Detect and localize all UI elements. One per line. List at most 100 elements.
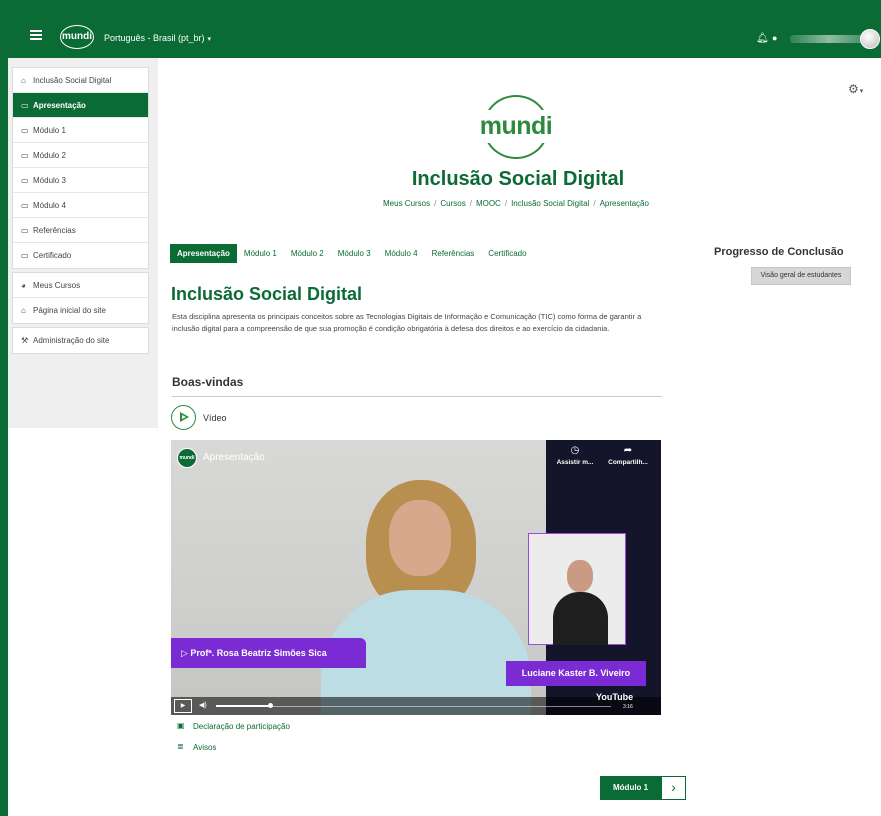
notices-link[interactable]: ≣ Avisos — [177, 742, 216, 752]
folder-icon: ▭ — [21, 225, 29, 235]
left-edge-bar — [0, 0, 8, 816]
sidebar-item-modulo-3[interactable]: ▭ Módulo 3 — [13, 168, 148, 193]
folder-icon: ▭ — [21, 125, 29, 135]
students-overview-button[interactable]: Visão geral de estudantes — [751, 267, 851, 285]
clock-icon: ◷ — [570, 445, 580, 456]
folder-icon: ▭ — [21, 175, 29, 185]
folder-icon: ▭ — [21, 100, 29, 110]
presenter-name-plate: ▷ Profª. Rosa Beatriz Simões Sica — [171, 638, 366, 668]
sidebar-item-home[interactable]: ⌂ Página inicial do site — [13, 298, 148, 323]
next-module-button[interactable]: Módulo 1 › — [600, 776, 687, 800]
declaration-link[interactable]: ▣ Declaração de participação — [177, 721, 290, 731]
language-selector[interactable]: Português - Brasil (pt_br) ▾ — [104, 33, 211, 43]
share-label: Compartilh... — [608, 459, 648, 466]
tab-modulo-3[interactable]: Módulo 3 — [331, 244, 378, 263]
folder-icon: ▭ — [21, 251, 29, 260]
dashboard-icon: ◕ — [21, 280, 26, 290]
sidebar-item-label: Módulo 4 — [33, 200, 66, 210]
sidebar-item-label: Módulo 1 — [33, 125, 66, 135]
breadcrumb: Meus Cursos / Cursos / MOOC / Inclusão Social … — [383, 199, 649, 208]
tab-apresentacao[interactable]: Apresentação — [170, 244, 237, 263]
home-icon: ⌂ — [21, 306, 26, 315]
sidebar-item-label: Módulo 3 — [33, 175, 66, 185]
top-navbar: mundi Português - Brasil (pt_br) ▾ 🔔︎ ● — [8, 0, 881, 58]
sidebar-course-group: ⌂ Inclusão Social Digital ▭ Apresentação ▭… — [12, 67, 149, 269]
video-progress-fill — [216, 705, 271, 707]
sidebar-item-label: Meus Cursos — [33, 280, 81, 290]
progress-title: Progresso de Conclusão — [714, 246, 844, 258]
sidebar-item-admin[interactable]: ⚒ Administração do site — [13, 328, 148, 353]
tab-modulo-1[interactable]: Módulo 1 — [237, 244, 284, 263]
tab-certificado[interactable]: Certificado — [481, 244, 533, 263]
share-icon: ➦ — [623, 445, 633, 456]
interpreter-body — [553, 592, 608, 645]
sidebar-item-referencias[interactable]: ▭ Referências — [13, 218, 148, 243]
tab-modulo-2[interactable]: Módulo 2 — [284, 244, 331, 263]
navbar-logo[interactable]: mundi — [60, 25, 94, 49]
next-module-label: Módulo 1 — [600, 776, 662, 800]
sidebar-item-label: Página inicial do site — [33, 306, 106, 315]
tab-referencias[interactable]: Referências — [425, 244, 482, 263]
breadcrumb-item[interactable]: Inclusão Social Digital — [511, 199, 589, 208]
sidebar-item-label: Apresentação — [33, 100, 86, 110]
declaration-label: Declaração de participação — [193, 721, 290, 731]
sidebar-item-label: Inclusão Social Digital — [33, 75, 112, 85]
video-controls: ▶ ◀) — [171, 697, 661, 715]
section-divider — [172, 396, 662, 397]
sidebar-item-modulo-2[interactable]: ▭ Módulo 2 — [13, 143, 148, 168]
interpreter-face — [567, 560, 593, 592]
video-player[interactable]: mundi Apresentação ◷ Assistir m... ➦ Compa… — [171, 440, 661, 715]
language-label: Português - Brasil (pt_br) — [104, 33, 205, 43]
notices-label: Avisos — [193, 742, 217, 752]
breadcrumb-item[interactable]: Cursos — [440, 199, 465, 208]
course-logo-text: mundi — [478, 110, 554, 143]
sidebar-admin-group: ⚒ Administração do site — [12, 327, 149, 354]
section-heading: Boas-vindas — [172, 375, 244, 389]
youtube-logo[interactable]: YouTube — [596, 692, 633, 702]
sidebar-item-course[interactable]: ⌂ Inclusão Social Digital — [13, 68, 148, 93]
avatar[interactable] — [860, 29, 880, 49]
chevron-down-icon: ▾ — [207, 36, 212, 43]
certificate-icon: ▣ — [177, 721, 185, 730]
video-progress-handle[interactable] — [268, 703, 273, 708]
wrench-icon: ⚒ — [21, 336, 29, 345]
page-title: Inclusão Social Digital — [411, 168, 625, 190]
folder-icon: ▭ — [21, 150, 29, 160]
graduation-cap-icon: ⌂ — [21, 75, 26, 85]
volume-icon[interactable]: ◀) — [199, 701, 207, 709]
breadcrumb-item[interactable]: Meus Cursos — [383, 199, 430, 208]
breadcrumb-item[interactable]: MOOC — [476, 199, 501, 208]
watch-later-button[interactable]: ◷ Assistir m... — [554, 445, 596, 466]
section-description: Esta disciplina apresenta os principais … — [172, 312, 642, 333]
sidebar-item-meus-cursos[interactable]: ◕ Meus Cursos — [13, 273, 148, 298]
sidebar: ⌂ Inclusão Social Digital ▭ Apresentação ▭… — [12, 67, 149, 357]
folder-icon: ▭ — [21, 200, 29, 210]
breadcrumb-item[interactable]: Apresentação — [600, 199, 649, 208]
sidebar-item-certificado[interactable]: ▭ Certificado — [13, 243, 148, 268]
user-name-blurred[interactable] — [790, 35, 868, 43]
chat-icon[interactable]: ● — [772, 33, 777, 43]
chevron-right-icon: › — [661, 776, 687, 800]
video-progress-track[interactable] — [216, 706, 611, 707]
share-button[interactable]: ➦ Compartilh... — [605, 445, 651, 466]
gear-icon[interactable]: ⚙▾ — [848, 82, 863, 96]
sidebar-site-group: ◕ Meus Cursos ⌂ Página inicial do site — [12, 272, 149, 324]
play-icon[interactable]: ▶ — [174, 699, 192, 713]
interpreter-name-plate: Luciane Kaster B. Viveiro — [506, 661, 646, 686]
video-title[interactable]: Apresentação — [203, 452, 265, 463]
video-activity-label[interactable]: Vídeo — [203, 413, 227, 423]
forum-icon: ≣ — [177, 742, 184, 751]
sidebar-item-modulo-1[interactable]: ▭ Módulo 1 — [13, 118, 148, 143]
sidebar-item-label: Módulo 2 — [33, 150, 66, 160]
sidebar-item-modulo-4[interactable]: ▭ Módulo 4 — [13, 193, 148, 218]
section-title: Inclusão Social Digital — [171, 284, 363, 304]
bell-icon[interactable]: 🔔︎ — [756, 33, 769, 44]
tab-modulo-4[interactable]: Módulo 4 — [378, 244, 425, 263]
sidebar-item-label: Certificado — [33, 251, 72, 260]
video-play-icon[interactable] — [171, 405, 196, 430]
hamburger-menu-icon[interactable] — [30, 30, 42, 40]
sidebar-item-apresentacao[interactable]: ▭ Apresentação — [13, 93, 148, 118]
section-tabs: Apresentação Módulo 1 Módulo 2 Módulo 3 … — [170, 244, 534, 263]
video-time: 3:16 — [623, 704, 633, 710]
channel-logo[interactable]: mundi — [177, 448, 197, 468]
